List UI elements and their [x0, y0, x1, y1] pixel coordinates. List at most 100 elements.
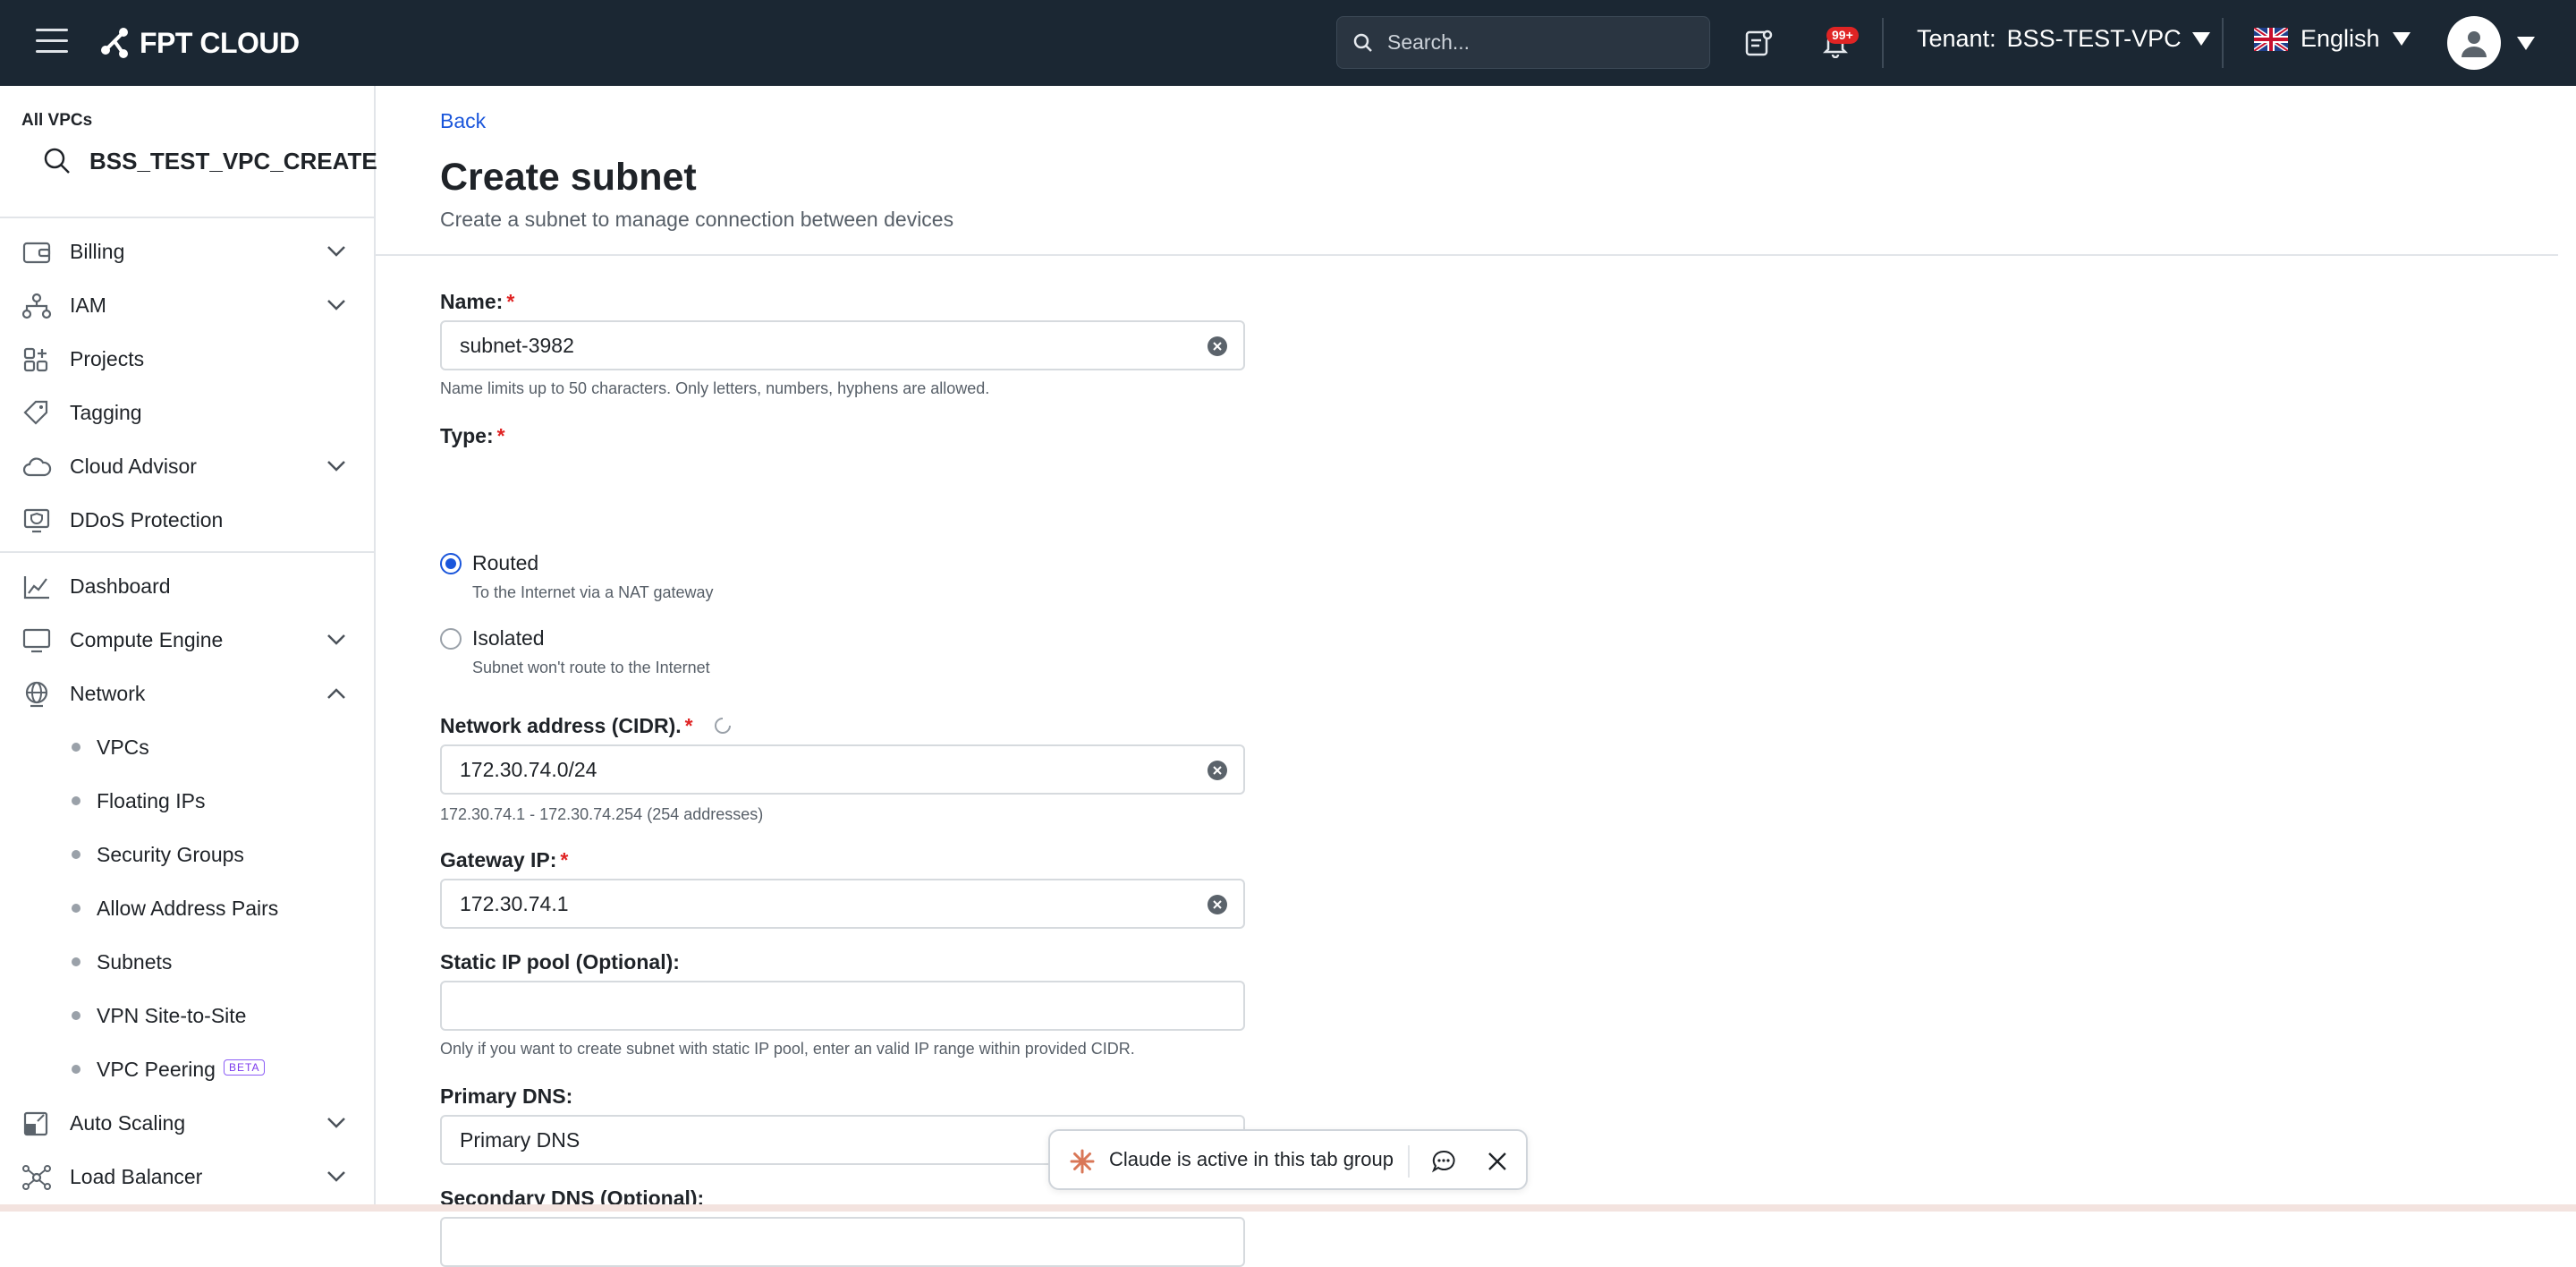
tenant-value: BSS-TEST-VPC [2006, 25, 2182, 52]
sidebar: All VPCs BSS_TEST_VPC_CREATE Billing IAM… [0, 86, 377, 1212]
radio-description: Subnet won't route to the Internet [472, 659, 710, 676]
chat-icon[interactable] [1431, 1149, 1456, 1174]
sidebar-item-auto-scaling[interactable]: Auto Scaling [0, 1100, 374, 1146]
tenant-selector[interactable]: Tenant: BSS-TEST-VPC [1917, 25, 2210, 53]
close-icon[interactable] [1487, 1151, 1508, 1172]
sidebar-item-label: Dashboard [70, 574, 171, 598]
sidebar-subitem-vpc-peering[interactable]: VPC Peering BETA [0, 1047, 374, 1092]
page-subtitle: Create a subnet to manage connection bet… [440, 208, 954, 231]
name-input[interactable] [458, 332, 1191, 359]
sidebar-subitem-subnets[interactable]: Subnets [0, 940, 374, 984]
secondary-dns-field[interactable] [440, 1217, 1245, 1267]
toast-divider [1408, 1145, 1410, 1178]
clear-icon[interactable] [1208, 895, 1227, 914]
topbar-divider [1882, 18, 1884, 68]
chart-line-icon [23, 576, 49, 599]
chevron-down-icon [327, 300, 345, 310]
sidebar-item-load-balancer[interactable]: Load Balancer [0, 1153, 374, 1200]
static-pool-input[interactable] [458, 992, 1191, 1019]
tenant-label: Tenant: [1917, 25, 1996, 52]
chevron-down-icon [327, 461, 345, 472]
sidebar-item-label: DDoS Protection [70, 507, 224, 531]
bullet-icon [72, 796, 80, 805]
name-field[interactable] [440, 320, 1245, 370]
chevron-down-icon [327, 1118, 345, 1128]
uk-flag-icon [2254, 27, 2288, 51]
grid-plus-icon [23, 347, 48, 372]
radio-label: Isolated [472, 626, 545, 650]
monitor-icon [22, 628, 51, 653]
user-icon [2462, 31, 2487, 57]
search-icon [44, 148, 70, 174]
bullet-icon [72, 957, 80, 966]
global-search-input[interactable] [1385, 30, 1681, 55]
language-label: English [2301, 25, 2380, 52]
radio-description: To the Internet via a NAT gateway [472, 583, 714, 601]
chevron-down-icon [327, 1171, 345, 1182]
required-marker: * [560, 848, 569, 872]
sidebar-subitem-label: Subnets [97, 949, 173, 974]
sidebar-item-tagging[interactable]: Tagging [0, 389, 374, 436]
top-bar: FPT CLOUD 99+ Tenant: BSS-TEST-VPC [0, 0, 2576, 86]
sidebar-item-cloud-advisor[interactable]: Cloud Advisor [0, 443, 374, 489]
clear-icon[interactable] [1208, 336, 1227, 356]
sidebar-divider [0, 217, 376, 218]
wallet-icon [22, 242, 51, 264]
sidebar-item-dashboard[interactable]: Dashboard [0, 563, 374, 609]
back-link[interactable]: Back [440, 109, 486, 133]
vpc-selector[interactable]: BSS_TEST_VPC_CREATE [43, 147, 377, 175]
required-marker: * [496, 424, 505, 447]
primary-dns-label: Primary DNS: [440, 1084, 573, 1108]
sidebar-subitem-floating-ips[interactable]: Floating IPs [0, 778, 374, 823]
secondary-dns-input[interactable] [458, 1229, 1191, 1255]
language-selector[interactable]: English [2254, 25, 2411, 53]
bullet-icon [72, 850, 80, 859]
menu-icon[interactable] [36, 29, 68, 55]
sidebar-subitem-security-groups[interactable]: Security Groups [0, 832, 374, 877]
clear-icon[interactable] [1208, 761, 1227, 780]
sidebar-subitem-label: Floating IPs [97, 788, 206, 812]
shield-monitor-icon [23, 508, 50, 533]
static-pool-help: Only if you want to create subnet with s… [440, 1040, 1135, 1058]
sidebar-subitem-label: VPN Site-to-Site [97, 1003, 247, 1027]
sidebar-item-ddos-protection[interactable]: DDoS Protection [0, 497, 374, 543]
sidebar-item-compute-engine[interactable]: Compute Engine [0, 616, 374, 663]
support-ticket-icon[interactable] [1739, 23, 1778, 63]
window-bottom-strip [0, 1204, 2576, 1212]
topbar-divider [2222, 18, 2224, 68]
radio-checked[interactable] [440, 552, 462, 574]
type-isolated-option[interactable]: Isolated [440, 626, 545, 651]
type-label: Type: * [440, 424, 505, 448]
fpt-cloud-logo[interactable]: FPT CLOUD [97, 23, 300, 63]
sidebar-subitem-vpcs[interactable]: VPCs [0, 725, 374, 770]
chevron-down-icon [327, 246, 345, 257]
sidebar-item-iam[interactable]: IAM [0, 282, 374, 328]
sidebar-item-network[interactable]: Network [0, 670, 374, 717]
type-routed-option[interactable]: Routed [440, 551, 538, 575]
radio-label: Routed [472, 551, 539, 574]
chevron-down-icon [327, 634, 345, 645]
name-label-text: Name: [440, 290, 504, 313]
chevron-up-icon [327, 688, 345, 699]
page-title: Create subnet [440, 156, 697, 199]
sidebar-subitem-label: Allow Address Pairs [97, 896, 279, 920]
gateway-field[interactable] [440, 879, 1245, 929]
sidebar-subitem-allow-address-pairs[interactable]: Allow Address Pairs [0, 886, 374, 931]
type-label-text: Type: [440, 424, 494, 447]
toast-text: Claude is active in this tab group [1109, 1148, 1394, 1170]
radio-unchecked[interactable] [440, 627, 462, 650]
search-icon [1353, 33, 1372, 52]
gateway-input[interactable] [458, 890, 1191, 917]
sidebar-subitem-label: Security Groups [97, 842, 244, 866]
sidebar-item-projects[interactable]: Projects [0, 336, 374, 382]
sidebar-item-billing[interactable]: Billing [0, 228, 374, 275]
global-search[interactable] [1336, 16, 1710, 69]
cidr-help: 172.30.74.1 - 172.30.74.254 (254 address… [440, 805, 764, 823]
sidebar-subitem-vpn-site-to-site[interactable]: VPN Site-to-Site [0, 993, 374, 1038]
static-pool-field[interactable] [440, 981, 1245, 1031]
user-menu[interactable] [2447, 16, 2535, 70]
sidebar-item-label: IAM [70, 293, 106, 317]
cidr-input[interactable] [458, 756, 1191, 783]
cidr-field[interactable] [440, 744, 1245, 795]
beta-badge: BETA [224, 1059, 266, 1076]
